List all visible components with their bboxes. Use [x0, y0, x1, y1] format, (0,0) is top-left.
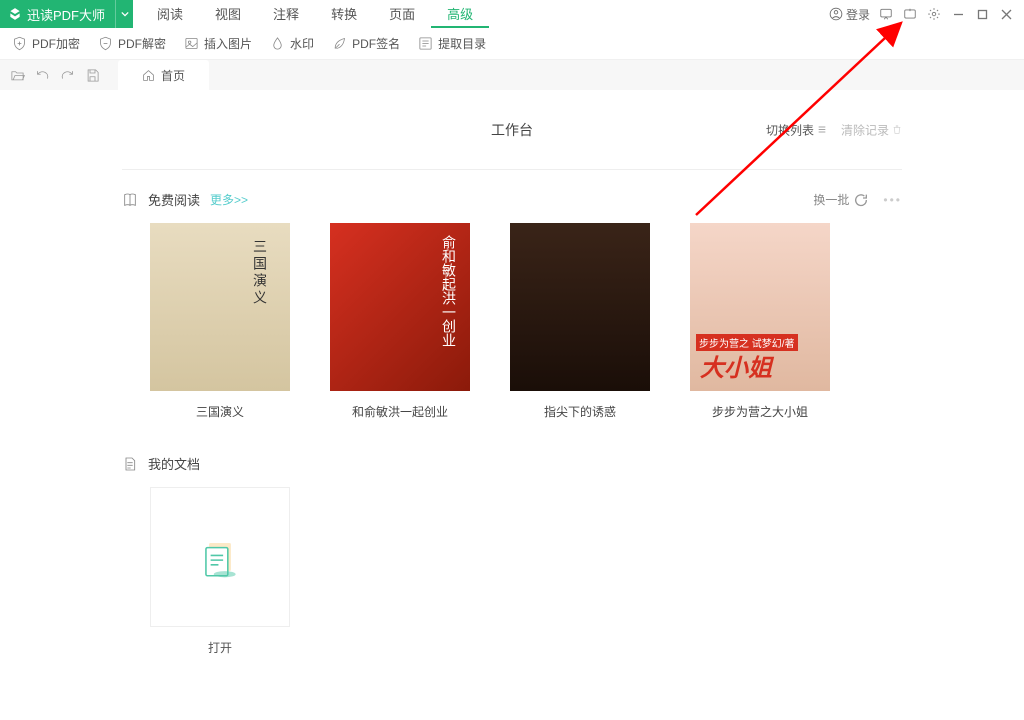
book-title: 步步为营之大小姐 — [690, 403, 830, 420]
list-toggle-icon — [817, 125, 827, 135]
content: 工作台 切换列表 清除记录 免费阅读 更多>> 换一批 ••• — [0, 90, 1024, 656]
book-grid: 三国演义 和俞敏洪一起创业 指尖下的诱惑 步步为营之大小姐 — [122, 223, 902, 420]
book-card-2[interactable]: 指尖下的诱惑 — [510, 223, 650, 420]
login-button[interactable]: 登录 — [829, 6, 870, 23]
free-reading-title: 免费阅读 — [148, 190, 200, 209]
toolbar: PDF加密 PDF解密 插入图片 水印 PDF签名 提取目录 — [0, 28, 1024, 60]
app-logo-icon — [8, 7, 22, 21]
tab-read[interactable]: 阅读 — [141, 0, 199, 28]
shield-icon — [12, 36, 27, 51]
tab-page[interactable]: 页面 — [373, 0, 431, 28]
my-docs-section: 我的文档 打开 — [122, 454, 902, 656]
clear-history-button: 清除记录 — [841, 121, 902, 138]
titlebar: 迅读PDF大师 阅读 视图 注释 转换 页面 高级 登录 — [0, 0, 1024, 28]
tool-sign[interactable]: PDF签名 — [332, 35, 400, 52]
book-cover — [510, 223, 650, 391]
open-label: 打开 — [150, 639, 290, 656]
book-title: 指尖下的诱惑 — [510, 403, 650, 420]
refresh-button[interactable]: 换一批 — [813, 191, 869, 208]
login-label: 登录 — [846, 6, 870, 23]
book-card-3[interactable]: 步步为营之大小姐 — [690, 223, 830, 420]
tab-advanced[interactable]: 高级 — [431, 0, 489, 28]
book-cover — [690, 223, 830, 391]
my-docs-title: 我的文档 — [148, 454, 200, 473]
tool-encrypt[interactable]: PDF加密 — [12, 35, 80, 52]
book-card-0[interactable]: 三国演义 — [150, 223, 290, 420]
app-brand: 迅读PDF大师 — [0, 0, 115, 28]
save-button[interactable] — [85, 68, 100, 83]
image-icon — [184, 36, 199, 51]
home-icon — [142, 69, 155, 82]
free-reading-section: 免费阅读 更多>> 换一批 ••• 三国演义 和俞敏洪一起创业 指尖下的诱 — [122, 190, 902, 420]
shield-minus-icon — [98, 36, 113, 51]
refresh-icon — [853, 192, 869, 208]
undo-button[interactable] — [35, 68, 50, 83]
switch-list-button[interactable]: 切换列表 — [766, 121, 827, 138]
tool-insert-image[interactable]: 插入图片 — [184, 35, 252, 52]
tool-extract-toc[interactable]: 提取目录 — [418, 35, 486, 52]
chevron-down-icon — [121, 10, 129, 18]
droplet-icon — [270, 36, 285, 51]
quickbar: 首页 — [0, 60, 1024, 90]
home-tab[interactable]: 首页 — [118, 60, 209, 90]
open-file-icon — [195, 532, 245, 582]
open-folder-button[interactable] — [10, 68, 25, 83]
title-right: 登录 — [829, 6, 1024, 23]
settings-icon[interactable] — [926, 6, 942, 22]
book-title: 和俞敏洪一起创业 — [330, 403, 470, 420]
minimize-button[interactable] — [950, 6, 966, 22]
vip-icon[interactable] — [902, 6, 918, 22]
book-cover — [150, 223, 290, 391]
close-button[interactable] — [998, 6, 1014, 22]
user-icon — [829, 7, 843, 21]
more-link[interactable]: 更多>> — [210, 191, 248, 208]
tool-watermark[interactable]: 水印 — [270, 35, 314, 52]
list-icon — [418, 36, 433, 51]
tab-convert[interactable]: 转换 — [315, 0, 373, 28]
main-tabs: 阅读 视图 注释 转换 页面 高级 — [141, 0, 489, 28]
redo-button[interactable] — [60, 68, 75, 83]
open-doc-card[interactable] — [150, 487, 290, 627]
book-title: 三国演义 — [150, 403, 290, 420]
maximize-button[interactable] — [974, 6, 990, 22]
feedback-icon[interactable] — [878, 6, 894, 22]
leaf-icon — [332, 36, 347, 51]
book-icon — [122, 192, 138, 208]
tab-view[interactable]: 视图 — [199, 0, 257, 28]
tool-decrypt[interactable]: PDF解密 — [98, 35, 166, 52]
book-cover — [330, 223, 470, 391]
workspace-header: 工作台 切换列表 清除记录 — [122, 90, 902, 170]
more-actions-button[interactable]: ••• — [883, 193, 902, 207]
app-name: 迅读PDF大师 — [27, 5, 105, 24]
trash-icon — [892, 125, 902, 135]
workspace-title: 工作台 — [491, 120, 533, 140]
document-icon — [122, 456, 138, 472]
tab-annotate[interactable]: 注释 — [257, 0, 315, 28]
book-card-1[interactable]: 和俞敏洪一起创业 — [330, 223, 470, 420]
brand-dropdown[interactable] — [115, 0, 133, 28]
